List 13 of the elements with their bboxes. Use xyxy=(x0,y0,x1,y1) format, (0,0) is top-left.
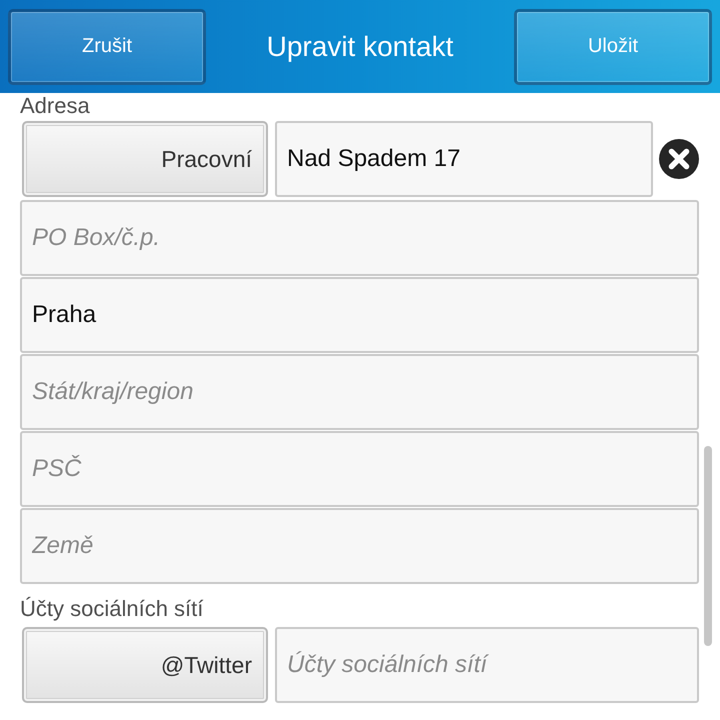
text-field[interactable]: Stát/kraj/region xyxy=(20,354,699,430)
section-label: Účty sociálních sítí xyxy=(20,596,204,622)
type-button[interactable]: @Twitter xyxy=(22,627,268,703)
text-field[interactable]: PSČ xyxy=(20,431,699,507)
type-button[interactable]: Pracovní xyxy=(22,121,268,197)
text-field[interactable]: Účty sociálních sítí xyxy=(275,627,699,703)
screen-title: Upravit kontakt xyxy=(266,30,454,62)
text-field[interactable]: Praha xyxy=(20,277,699,353)
text-field[interactable]: PO Box/č.p. xyxy=(20,200,699,276)
clear-icon[interactable] xyxy=(659,139,699,179)
cancel-button[interactable]: Zrušit xyxy=(8,8,206,84)
text-field[interactable]: Nad Spadem 17 xyxy=(275,121,653,197)
section-label: Adresa xyxy=(20,93,91,119)
